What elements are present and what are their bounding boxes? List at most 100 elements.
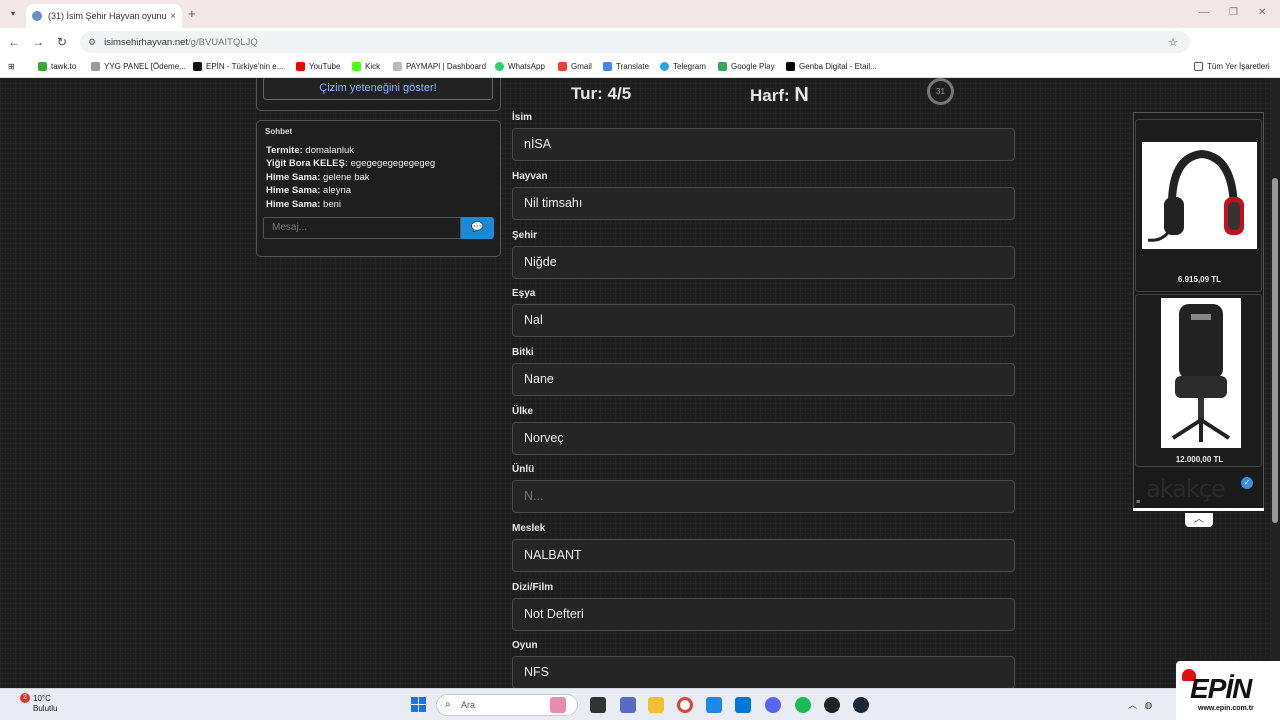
bookmark-google-play[interactable]: Google Play [718, 62, 775, 71]
app-icon[interactable] [620, 697, 636, 713]
app-icon[interactable] [824, 697, 840, 713]
field-ulke: Ülke Norveç [512, 406, 1015, 455]
collapse-ad-chevron-up-icon[interactable]: ︿ [1185, 513, 1213, 527]
chat-messages: Termite: domalanluk Yiğit Bora KELEŞ: eg… [266, 144, 435, 211]
url-field[interactable]: ⚙ isimsehirhayvan.net /g/BVUAITQLJQ ☆ [80, 31, 1190, 53]
tab-search-icon[interactable]: ▾ [6, 7, 20, 21]
epin-icon [193, 62, 202, 71]
bookmark-youtube[interactable]: YouTube [296, 62, 340, 71]
bookmark-genba[interactable]: Genba Digital - Etail... [786, 62, 877, 71]
site-info-icon[interactable]: ⚙ [88, 37, 96, 48]
bookmark-translate[interactable]: Translate [603, 62, 649, 71]
field-isim: İsim nİSA [512, 112, 1015, 161]
field-input[interactable]: Not Defteri [512, 598, 1015, 631]
chat-message-input[interactable]: Mesaj... [263, 217, 461, 239]
google-play-icon [718, 62, 727, 71]
verified-check-icon: ✓ [1241, 477, 1253, 489]
chevron-up-icon[interactable]: ︿ [1128, 700, 1137, 710]
genba-icon [786, 62, 795, 71]
chat-message: Termite: domalanluk [266, 145, 355, 156]
kick-icon [352, 62, 361, 71]
whatsapp-icon [495, 62, 504, 71]
chrome-icon[interactable] [677, 697, 693, 713]
field-label: Ülke [512, 406, 534, 417]
epin-watermark: EPİN www.epin.com.tr [1176, 661, 1280, 720]
forward-icon[interactable]: → [26, 35, 50, 49]
page-scrollbar[interactable] [1270, 78, 1280, 688]
field-label: Eşya [512, 288, 536, 299]
search-icon: ⌕ [445, 699, 451, 710]
field-label: Ünlü [512, 464, 535, 475]
new-tab-button[interactable]: + [188, 6, 196, 21]
gaming-chair-image [1161, 298, 1241, 448]
discord-icon[interactable] [765, 697, 781, 713]
ad-menu-icon[interactable]: ≡ [1136, 499, 1140, 506]
close-window-icon[interactable]: ✕ [1258, 7, 1266, 18]
field-input[interactable]: N... [512, 480, 1015, 513]
bookmark-telegram[interactable]: Telegram [660, 62, 706, 71]
network-icon[interactable]: ◍ [1145, 700, 1153, 710]
product-price: 6.915,09 TL [1177, 275, 1222, 284]
maximize-icon[interactable]: ❐ [1229, 7, 1238, 18]
widget-flowers-icon[interactable] [550, 697, 566, 713]
file-explorer-icon[interactable] [648, 697, 664, 713]
letter-indicator: Harf: N [750, 84, 809, 106]
field-unlu: Ünlü N... [512, 464, 1015, 513]
field-input[interactable]: nİSA [512, 128, 1015, 161]
minimize-icon[interactable]: — [1199, 7, 1209, 18]
windows-start-icon[interactable] [411, 697, 427, 713]
field-input[interactable]: Niğde [512, 246, 1015, 279]
telegram-icon [660, 62, 669, 71]
countdown-timer: 31 [927, 78, 954, 105]
field-label: Şehir [512, 230, 538, 241]
bookmark-yyg[interactable]: YYG PANEL [Ödeme... [91, 62, 186, 71]
round-indicator: Tur: 4/5 [571, 84, 632, 103]
field-input[interactable]: Nane [512, 363, 1015, 396]
tab-title: (31) İsim Şehir Hayvan oyunun [48, 11, 167, 21]
steam-icon[interactable] [853, 697, 869, 713]
apps-icon[interactable]: ⊞ [8, 62, 15, 71]
store-icon[interactable] [706, 697, 722, 713]
bookmark-kick[interactable]: Kick [352, 62, 380, 71]
epin-site: www.epin.com.tr [1198, 705, 1254, 712]
field-input[interactable]: Nil timsahı [512, 187, 1015, 220]
browser-tab[interactable]: (31) İsim Şehir Hayvan oyunun × [26, 4, 182, 28]
chat-bubble-icon: 💬 [471, 222, 484, 233]
field-label: Oyun [512, 640, 538, 651]
send-message-button[interactable]: 💬 [461, 217, 494, 239]
all-bookmarks-folder[interactable]: Tüm Yer İşaretleri [1194, 62, 1270, 71]
weather-widget[interactable]: 2 10°C Bulutlu [14, 693, 57, 714]
field-input[interactable]: Nal [512, 304, 1015, 337]
field-label: Bitki [512, 347, 534, 358]
reload-icon[interactable]: ↻ [50, 35, 74, 49]
ad-divider [1133, 508, 1264, 511]
bookmark-star-icon[interactable]: ☆ [1168, 36, 1178, 49]
outlook-icon[interactable] [735, 697, 751, 713]
back-icon[interactable]: ← [2, 35, 26, 49]
system-tray[interactable]: ︿ ◍ [1128, 698, 1152, 711]
bookmarks-bar: ⊞ tawk.to YYG PANEL [Ödeme... EPİN - Tür… [0, 56, 1280, 78]
bookmark-gmail[interactable]: Gmail [558, 62, 592, 71]
show-drawing-button[interactable]: Çizim yeteneğini göster! [263, 78, 493, 100]
bookmark-whatsapp[interactable]: WhatsApp [495, 62, 545, 71]
spotify-icon[interactable] [795, 697, 811, 713]
field-input[interactable]: NFS [512, 656, 1015, 688]
field-label: Dizi/Film [512, 582, 554, 593]
field-input[interactable]: Norveç [512, 422, 1015, 455]
ad-product-card[interactable]: 12.000,00 TL [1135, 294, 1262, 467]
tab-close-icon[interactable]: × [170, 11, 176, 22]
field-label: Hayvan [512, 171, 548, 182]
advertisement-panel: 6.915,09 TL 12.000,00 TL akakçe ✓ ≡ [1133, 112, 1264, 511]
field-sehir: Şehir Niğde [512, 230, 1015, 279]
task-view-icon[interactable] [590, 697, 606, 713]
bookmark-tawk[interactable]: tawk.to [38, 62, 76, 71]
address-toolbar: ← → ↻ ⚙ isimsehirhayvan.net /g/BVUAITQLJ… [0, 28, 1280, 77]
field-label: Meslek [512, 523, 546, 534]
windows-taskbar: 2 10°C Bulutlu ⌕ Ara ︿ ◍ [0, 688, 1280, 720]
url-path: /g/BVUAITQLJQ [188, 36, 258, 48]
bookmark-paymapi[interactable]: PAYMAPI | Dashboard [393, 62, 486, 71]
field-input[interactable]: NALBANT [512, 539, 1015, 572]
bookmark-epin[interactable]: EPİN - Türkiye'nin e... [193, 62, 283, 71]
ad-product-card[interactable]: 6.915,09 TL [1135, 119, 1262, 292]
scrollbar-thumb[interactable] [1272, 178, 1278, 523]
